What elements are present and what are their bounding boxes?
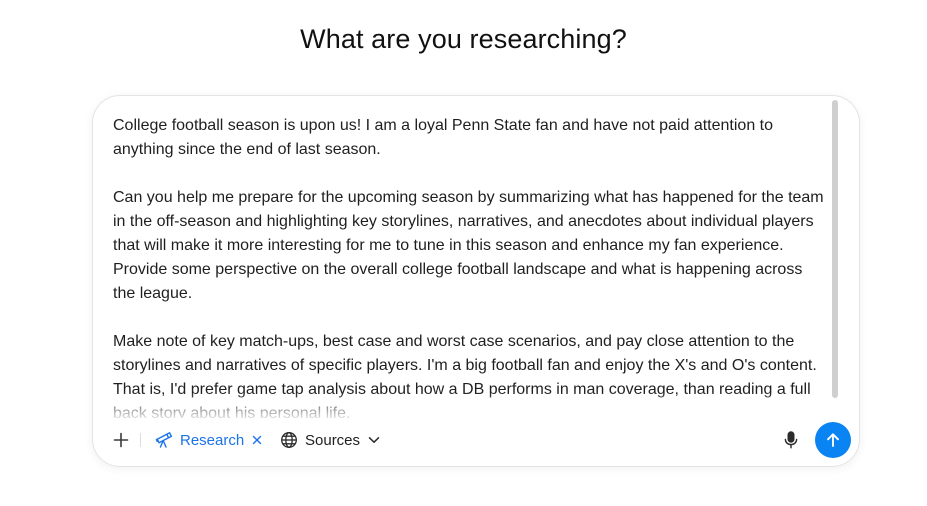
prompt-paragraph: College football season is upon us! I am… (113, 117, 774, 158)
prompt-composer: College football season is upon us! I am… (92, 95, 860, 467)
toolbar-divider (140, 433, 141, 447)
page-title: What are you researching? (300, 24, 627, 54)
arrow-up-icon (827, 433, 839, 447)
prompt-paragraph: Make note of key match-ups, best case an… (113, 333, 817, 418)
prompt-paragraph: Can you help me prepare for the upcoming… (113, 189, 824, 302)
composer-toolbar: Research Sources (93, 422, 859, 458)
chevron-down-icon (368, 436, 380, 444)
telescope-icon (155, 432, 173, 448)
sources-label: Sources (305, 431, 361, 449)
prompt-scrollbar[interactable] (832, 100, 838, 398)
plus-icon (113, 432, 129, 448)
globe-icon (281, 432, 297, 448)
add-attachment-button[interactable] (109, 428, 133, 452)
sources-dropdown[interactable]: Sources (280, 426, 380, 454)
voice-input-button[interactable] (779, 428, 803, 452)
microphone-icon (784, 431, 798, 449)
research-page: What are you researching? College footba… (0, 0, 927, 506)
research-chip-label: Research (180, 431, 245, 449)
close-icon (253, 435, 262, 445)
research-mode-chip[interactable]: Research (155, 426, 262, 454)
remove-research-button[interactable] (252, 435, 262, 445)
prompt-textarea[interactable]: College football season is upon us! I am… (113, 114, 825, 418)
send-button[interactable] (815, 422, 851, 458)
